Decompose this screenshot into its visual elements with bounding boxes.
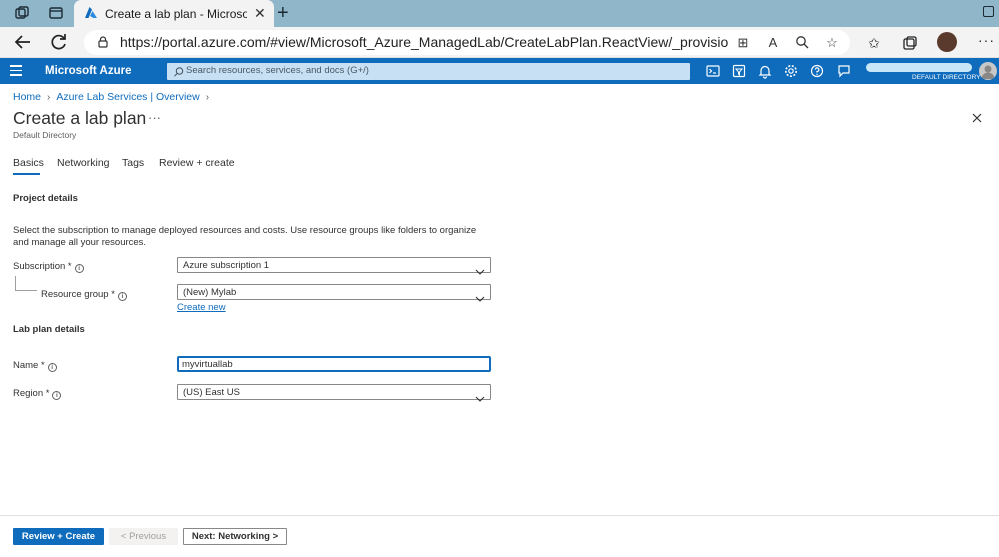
search-icon bbox=[173, 65, 185, 77]
name-input-box[interactable] bbox=[177, 356, 491, 372]
project-details-heading: Project details bbox=[13, 193, 78, 204]
page-title: Create a lab plan bbox=[13, 108, 147, 128]
directory-filter-icon[interactable] bbox=[731, 63, 747, 79]
close-tab-icon[interactable]: ✕ bbox=[254, 5, 266, 22]
azure-top-bar: Microsoft Azure Search resources, servic… bbox=[0, 58, 999, 84]
account-avatar[interactable] bbox=[979, 62, 997, 80]
search-placeholder: Search resources, services, and docs (G+… bbox=[186, 65, 369, 76]
region-label: Region * i bbox=[13, 388, 62, 400]
name-label-text: Name * bbox=[13, 360, 45, 371]
account-directory[interactable]: DEFAULT DIRECTORY bbox=[912, 74, 981, 81]
region-label-text: Region * bbox=[13, 388, 50, 399]
tree-connector-branch bbox=[15, 290, 37, 291]
next-networking-button[interactable]: Next: Networking > bbox=[183, 528, 287, 545]
footer-divider bbox=[0, 515, 999, 516]
url-text[interactable]: https://portal.azure.com/#view/Microsoft… bbox=[120, 34, 728, 50]
tab-actions-icon[interactable] bbox=[48, 5, 64, 21]
name-label: Name * i bbox=[13, 360, 57, 372]
apps-icon[interactable]: ⊞ bbox=[735, 35, 751, 51]
resource-group-select[interactable]: (New) Mylab bbox=[177, 284, 491, 302]
resource-group-label-text: Resource group * bbox=[41, 289, 115, 300]
browser-address-bar: https://portal.azure.com/#view/Microsoft… bbox=[0, 27, 999, 58]
azure-brand[interactable]: Microsoft Azure bbox=[45, 65, 131, 77]
region-value: (US) East US bbox=[183, 387, 241, 398]
chevron-right-icon: › bbox=[205, 92, 210, 103]
project-details-description: Select the subscription to manage deploy… bbox=[13, 225, 477, 248]
subscription-label-text: Subscription * bbox=[13, 261, 72, 272]
subscription-label: Subscription * i bbox=[13, 261, 84, 273]
more-actions-icon[interactable]: ··· bbox=[148, 110, 161, 125]
info-icon[interactable]: i bbox=[47, 363, 57, 372]
info-icon[interactable]: i bbox=[117, 292, 127, 301]
subscription-select[interactable]: Azure subscription 1 bbox=[177, 257, 491, 275]
azure-logo-icon bbox=[84, 6, 98, 20]
restore-window-icon[interactable] bbox=[983, 6, 994, 17]
tab-review-create[interactable]: Review + create bbox=[159, 157, 235, 169]
chevron-down-icon bbox=[475, 262, 485, 275]
collections-icon[interactable] bbox=[902, 35, 918, 51]
cloud-shell-icon[interactable] bbox=[705, 63, 721, 79]
zoom-icon[interactable] bbox=[794, 35, 810, 51]
tree-connector bbox=[15, 276, 16, 290]
region-select[interactable]: (US) East US bbox=[177, 384, 491, 402]
name-input[interactable] bbox=[182, 359, 482, 370]
workspaces-icon[interactable] bbox=[14, 5, 30, 21]
info-icon[interactable]: i bbox=[74, 264, 84, 273]
close-blade-icon[interactable] bbox=[971, 111, 983, 123]
lock-icon[interactable] bbox=[96, 35, 110, 49]
tab-tags[interactable]: Tags bbox=[122, 157, 144, 169]
read-aloud-icon[interactable]: A bbox=[765, 35, 781, 51]
notifications-bell-icon[interactable] bbox=[757, 63, 773, 79]
info-icon[interactable]: i bbox=[52, 391, 62, 400]
create-new-resource-group-link[interactable]: Create new bbox=[177, 302, 226, 313]
favorites-icon[interactable]: ✩ bbox=[866, 35, 882, 51]
resource-group-label: Resource group * i bbox=[41, 289, 127, 301]
add-favorite-icon[interactable]: ☆ bbox=[824, 35, 840, 51]
browser-tab-bar: Create a lab plan - Microsoft Azu ✕ + bbox=[0, 0, 999, 27]
subscription-value: Azure subscription 1 bbox=[183, 260, 270, 271]
settings-gear-icon[interactable] bbox=[783, 63, 799, 79]
url-bar[interactable]: https://portal.azure.com/#view/Microsoft… bbox=[84, 30, 850, 55]
breadcrumb-lab-services-overview[interactable]: Azure Lab Services | Overview bbox=[56, 91, 199, 103]
refresh-icon[interactable] bbox=[48, 31, 70, 53]
profile-avatar[interactable] bbox=[937, 32, 957, 52]
review-create-button[interactable]: Review + Create bbox=[13, 528, 104, 545]
tab-networking[interactable]: Networking bbox=[57, 157, 110, 169]
browser-tab-active[interactable]: Create a lab plan - Microsoft Azu ✕ bbox=[74, 0, 274, 27]
chevron-right-icon: › bbox=[47, 92, 51, 103]
help-icon[interactable] bbox=[809, 63, 825, 79]
breadcrumb: Home › Azure Lab Services | Overview › bbox=[13, 91, 215, 103]
resource-group-value: (New) Mylab bbox=[183, 287, 237, 298]
active-tab-indicator bbox=[13, 173, 40, 175]
chevron-down-icon bbox=[475, 289, 485, 302]
more-options-icon[interactable]: ··· bbox=[978, 32, 995, 48]
global-search-input[interactable]: Search resources, services, and docs (G+… bbox=[167, 63, 690, 80]
lab-plan-details-heading: Lab plan details bbox=[13, 324, 85, 335]
breadcrumb-home[interactable]: Home bbox=[13, 91, 41, 103]
back-arrow-icon[interactable] bbox=[12, 31, 34, 53]
hamburger-menu-icon[interactable] bbox=[10, 65, 22, 77]
previous-button[interactable]: < Previous bbox=[109, 528, 178, 545]
chevron-down-icon bbox=[475, 389, 485, 402]
account-name-redacted[interactable] bbox=[866, 63, 972, 72]
tab-basics[interactable]: Basics bbox=[13, 157, 44, 169]
page-subtitle: Default Directory bbox=[13, 130, 77, 140]
browser-tab-title: Create a lab plan - Microsoft Azu bbox=[105, 7, 247, 21]
feedback-icon[interactable] bbox=[836, 63, 852, 79]
new-tab-icon[interactable]: + bbox=[277, 2, 289, 25]
